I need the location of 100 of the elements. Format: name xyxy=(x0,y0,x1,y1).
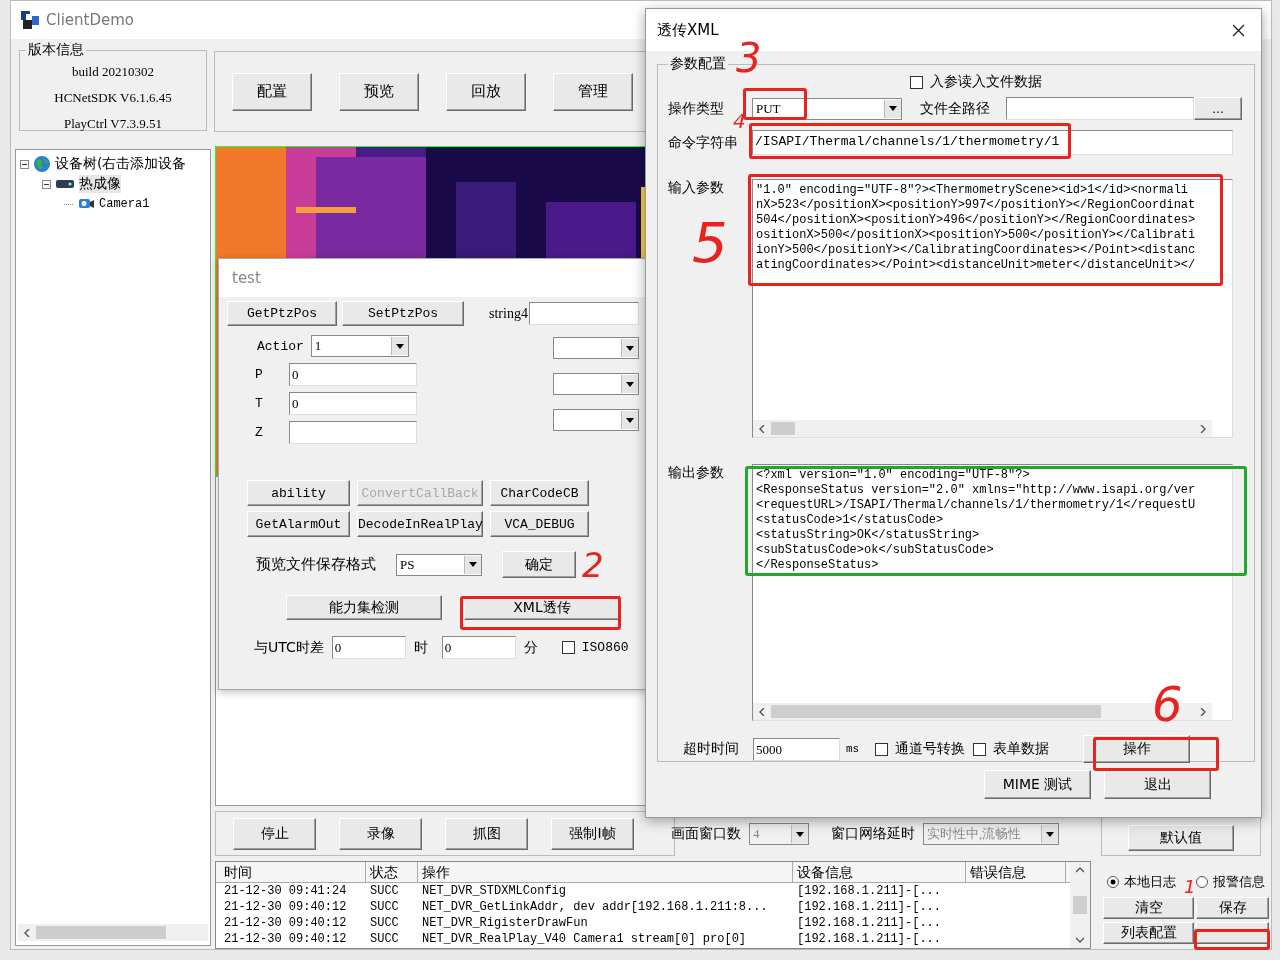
table-cell-text: [192.168.1.211]-[... xyxy=(796,931,943,947)
log-button[interactable]: 列表配置 xyxy=(1103,922,1194,944)
column-header[interactable]: 状态 xyxy=(366,862,418,882)
log-button[interactable]: 保存 xyxy=(1196,897,1269,919)
group-title: 版本信息 xyxy=(27,41,85,59)
text-line: <statusCode>1</statusCode> xyxy=(756,513,945,528)
scrollbar[interactable] xyxy=(753,420,1212,437)
checkbox[interactable]: 入参读入文件数据 xyxy=(910,73,1042,91)
tool-button[interactable]: VCA_DEBUG xyxy=(490,511,589,537)
control-button[interactable]: 录像 xyxy=(339,817,422,850)
tool-button[interactable]: DecodeInRealPlay xyxy=(357,511,483,537)
field-label: Actior xyxy=(257,338,304,354)
table-cell-text: NET_DVR_RealPlay_V40 Camera1 stream[0] pro[0] xyxy=(421,931,748,947)
control-button[interactable]: 停止 xyxy=(233,817,316,850)
input-field[interactable]: 0 xyxy=(331,636,406,659)
input-field[interactable] xyxy=(1006,97,1194,120)
tree-item[interactable]: 热成像 xyxy=(79,175,121,193)
field-label: 输出参数 xyxy=(668,464,725,482)
dropdown[interactable] xyxy=(553,373,639,395)
toolbar-button[interactable]: 配置 xyxy=(232,72,312,111)
input-field[interactable] xyxy=(528,302,639,325)
radio-button[interactable]: 报警信息 xyxy=(1196,873,1265,891)
scroll-thumb[interactable] xyxy=(771,422,795,435)
confirm-button[interactable]: 确定 xyxy=(502,551,576,578)
capability-button[interactable]: 能力集检测 xyxy=(286,595,442,620)
cubes-icon xyxy=(20,10,40,30)
dropdown[interactable]: 1 xyxy=(310,335,409,357)
column-header[interactable]: 错误信息 xyxy=(966,862,1066,882)
mime-test-button[interactable]: MIME 测试 xyxy=(984,770,1091,799)
tool-button[interactable]: ability xyxy=(247,480,350,506)
control-button[interactable]: 抓图 xyxy=(445,817,528,850)
scroll-thumb[interactable] xyxy=(771,705,1101,718)
scroll-left-icon[interactable] xyxy=(758,424,766,433)
tree-item[interactable]: Camera1 xyxy=(99,197,150,211)
checkbox[interactable]: ISO860 xyxy=(561,640,629,655)
text-line: nX>523</positionX><positionY>997</positionY></RegionCoordinat xyxy=(756,198,1197,213)
caret-icon xyxy=(889,106,897,111)
scrollbar[interactable] xyxy=(18,924,208,941)
scroll-thumb[interactable] xyxy=(36,926,166,939)
scroll-right-icon[interactable] xyxy=(1199,707,1207,716)
scroll-thumb[interactable] xyxy=(1073,896,1087,914)
input-field[interactable]: 5000 xyxy=(753,737,840,761)
log-button[interactable]: 清空 xyxy=(1103,897,1194,919)
caret-icon xyxy=(796,831,804,837)
toolbar-button[interactable]: 预览 xyxy=(339,72,419,111)
exit-button[interactable]: 退出 xyxy=(1104,770,1211,799)
scroll-up-icon[interactable] xyxy=(1076,866,1084,874)
text-line: <ResponseStatus version="2.0" xmlns="http://www.isapi.org/ver xyxy=(756,483,1197,498)
radio-icon[interactable] xyxy=(1107,876,1119,888)
field-label: 预览文件保存格式 xyxy=(256,555,376,574)
field-label: 超时时间 xyxy=(683,740,739,758)
tool-button[interactable]: CharCodeCB xyxy=(490,480,589,506)
scrollbar[interactable] xyxy=(1070,862,1090,948)
field-label: P xyxy=(255,367,264,382)
table-cell-text: SUCC xyxy=(369,899,400,915)
input-field[interactable] xyxy=(289,421,417,444)
caret-icon xyxy=(395,343,404,349)
column-header[interactable]: 设备信息 xyxy=(793,862,966,882)
collapse-icon[interactable] xyxy=(20,159,29,169)
scroll-down-icon[interactable] xyxy=(1076,936,1084,944)
control-button[interactable]: 强制I帧 xyxy=(551,817,634,850)
tool-button[interactable]: GetAlarmOut xyxy=(247,511,350,537)
default-button[interactable]: 默认值 xyxy=(1128,825,1234,851)
ptz-button[interactable]: SetPtzPos xyxy=(342,301,464,326)
annotation-number: 1 xyxy=(1184,878,1196,896)
radio-button[interactable]: 本地日志 xyxy=(1107,873,1176,891)
scroll-left-icon[interactable] xyxy=(758,707,766,716)
field-label: 画面窗口数 xyxy=(671,825,741,843)
table-cell-text: SUCC xyxy=(369,931,400,947)
toolbar-button[interactable]: 管理 xyxy=(553,72,633,111)
field-label: Z xyxy=(255,425,264,440)
toolbar-button[interactable]: 回放 xyxy=(446,72,526,111)
column-header[interactable]: 操作 xyxy=(418,862,793,882)
xml-button[interactable]: XML透传 xyxy=(464,595,620,620)
table-cell-text: [192.168.1.211]-[... xyxy=(796,915,943,931)
table-cell-text: NET_DVR_RigisterDrawFun xyxy=(421,915,589,931)
tree-item[interactable]: 设备树(右击添加设备 xyxy=(55,155,187,173)
checkbox[interactable]: 表单数据 xyxy=(973,740,1050,758)
checkbox[interactable]: 通道号转换 xyxy=(875,740,966,758)
text-area[interactable] xyxy=(752,179,1233,438)
browse-button[interactable]: ... xyxy=(1194,97,1242,120)
dropdown[interactable] xyxy=(553,409,639,431)
input-field[interactable]: /ISAPI/Thermal/channels/1/thermometry/1 xyxy=(752,130,1233,155)
input-field[interactable]: 0 xyxy=(441,636,516,659)
collapse-icon[interactable] xyxy=(42,179,51,189)
scroll-right-icon[interactable] xyxy=(1199,424,1207,433)
column-header[interactable]: 时间 xyxy=(220,862,366,882)
dropdown[interactable]: PS xyxy=(396,553,482,576)
annotation-number: 3 xyxy=(736,38,762,78)
dropdown[interactable] xyxy=(553,337,639,359)
input-field[interactable]: 0 xyxy=(289,363,417,386)
text-line: ositionX>500</positionX><positionY>500</positionY></Calibrati xyxy=(756,228,1197,243)
ptz-button[interactable]: GetPtzPos xyxy=(227,301,337,326)
dropdown[interactable]: PUT xyxy=(752,97,902,120)
input-field[interactable]: 0 xyxy=(289,392,417,415)
close-icon[interactable] xyxy=(1232,23,1245,37)
text-line: 504</positionX><positionY>496</positionY></RegionCoordinates> xyxy=(756,213,1197,228)
scroll-left-icon[interactable] xyxy=(23,928,31,937)
text-area[interactable] xyxy=(752,464,1233,721)
radio-icon[interactable] xyxy=(1196,876,1208,888)
